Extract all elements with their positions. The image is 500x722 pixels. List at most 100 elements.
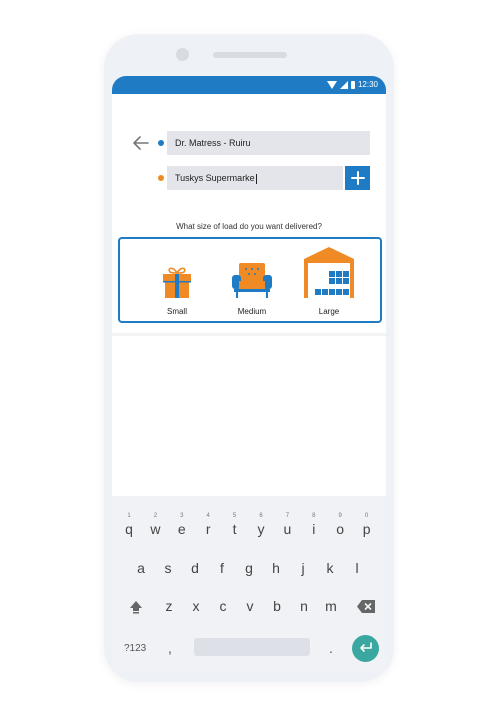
comma-key[interactable]: , [168, 640, 172, 656]
key-z[interactable]: z [156, 598, 182, 614]
key-letter: f [220, 560, 224, 576]
key-letter: h [272, 560, 280, 576]
armchair-icon [232, 263, 272, 298]
key-letter: c [219, 598, 227, 614]
key-l[interactable]: l [344, 560, 370, 576]
key-r[interactable]: 4r [195, 513, 221, 537]
symbols-key[interactable]: ?123 [124, 643, 146, 654]
key-x[interactable]: x [183, 598, 209, 614]
key-letter: s [164, 560, 172, 576]
app-screen: 12:30 Dr. Matress - Ruiru Tuskys Superma… [112, 76, 386, 671]
key-number-hint: 3 [180, 513, 184, 519]
key-letter: k [326, 560, 334, 576]
key-q[interactable]: 1q [116, 513, 142, 537]
key-letter: t [232, 521, 237, 537]
key-i[interactable]: 8i [301, 513, 327, 537]
destination-input[interactable]: Tuskys Supermarke [167, 166, 343, 190]
key-t[interactable]: 5t [222, 513, 248, 537]
key-number-hint: 1 [127, 513, 131, 519]
key-letter: l [355, 560, 359, 576]
load-size-question: What size of load do you want delivered? [176, 222, 322, 231]
key-letter: p [362, 521, 371, 537]
key-o[interactable]: 9o [327, 513, 353, 537]
origin-input-value: Dr. Matress - Ruiru [175, 138, 251, 148]
key-letter: w [150, 521, 161, 537]
key-c[interactable]: c [210, 598, 236, 614]
key-b[interactable]: b [264, 598, 290, 614]
key-number-hint: 6 [259, 513, 263, 519]
key-letter: n [300, 598, 308, 614]
key-g[interactable]: g [236, 560, 262, 576]
key-a[interactable]: a [128, 560, 154, 576]
origin-input[interactable]: Dr. Matress - Ruiru [167, 131, 370, 155]
warehouse-icon [304, 247, 354, 298]
key-letter: u [283, 521, 292, 537]
space-bar[interactable] [194, 638, 310, 656]
size-label-medium: Medium [237, 307, 267, 316]
key-letter: v [246, 598, 254, 614]
key-w[interactable]: 2w [142, 513, 168, 537]
key-e[interactable]: 3e [169, 513, 195, 537]
key-number-hint: 8 [312, 513, 316, 519]
shift-icon[interactable] [129, 600, 143, 614]
key-p[interactable]: 0p [354, 513, 380, 537]
backspace-icon[interactable] [357, 600, 375, 613]
key-letter: q [125, 521, 133, 537]
battery-icon [350, 81, 355, 89]
key-k[interactable]: k [317, 560, 343, 576]
key-y[interactable]: 6y [248, 513, 274, 537]
status-bar: 12:30 [112, 76, 386, 94]
key-v[interactable]: v [237, 598, 263, 614]
add-stop-button[interactable] [345, 166, 370, 190]
key-letter: m [325, 598, 337, 614]
load-size-panel: Small Medium Large [118, 237, 382, 323]
key-f[interactable]: f [209, 560, 235, 576]
key-letter: y [257, 521, 265, 537]
key-number-hint: 7 [285, 513, 290, 519]
destination-dot-icon [158, 175, 164, 181]
enter-icon [359, 642, 372, 652]
destination-input-value: Tuskys Supermarke [175, 173, 255, 183]
key-h[interactable]: h [263, 560, 289, 576]
key-number-hint: 0 [364, 513, 369, 519]
key-letter: o [336, 521, 345, 537]
key-letter: z [165, 598, 173, 614]
key-letter: a [137, 560, 145, 576]
period-key[interactable]: . [329, 640, 333, 656]
gift-box-icon [163, 267, 191, 298]
key-j[interactable]: j [290, 560, 316, 576]
key-u[interactable]: 7u [274, 513, 300, 537]
plus-icon [350, 171, 365, 185]
key-d[interactable]: d [182, 560, 208, 576]
size-label-large: Large [318, 307, 340, 316]
enter-button[interactable] [352, 635, 379, 662]
wifi-icon [326, 81, 337, 89]
key-n[interactable]: n [291, 598, 317, 614]
key-letter: i [312, 521, 316, 537]
key-letter: d [191, 560, 199, 576]
key-letter: x [192, 598, 200, 614]
key-letter: e [177, 521, 186, 537]
key-letter: r [205, 521, 211, 537]
key-m[interactable]: m [318, 598, 344, 614]
origin-dot-icon [158, 140, 164, 146]
key-number-hint: 5 [232, 513, 237, 519]
key-number-hint: 4 [206, 513, 210, 519]
key-s[interactable]: s [155, 560, 181, 576]
on-screen-keyboard: 1q2w3e4r5t6y7u8i9o0p asdfghjkl zxcvbnm ?… [112, 496, 386, 671]
front-camera [176, 48, 189, 61]
key-number-hint: 9 [338, 513, 342, 519]
size-option-medium[interactable]: Medium [217, 239, 287, 321]
section-divider [112, 333, 386, 336]
signal-icon [339, 81, 348, 89]
back-arrow-icon[interactable] [133, 136, 149, 150]
key-letter: g [245, 560, 253, 576]
size-option-large[interactable]: Large [294, 239, 364, 321]
key-letter: b [273, 598, 281, 614]
earpiece-speaker [213, 52, 287, 58]
size-option-small[interactable]: Small [142, 239, 212, 321]
size-label-small: Small [166, 307, 187, 316]
text-cursor [255, 173, 257, 184]
status-time: 12:30 [357, 80, 378, 89]
key-number-hint: 2 [153, 513, 158, 519]
